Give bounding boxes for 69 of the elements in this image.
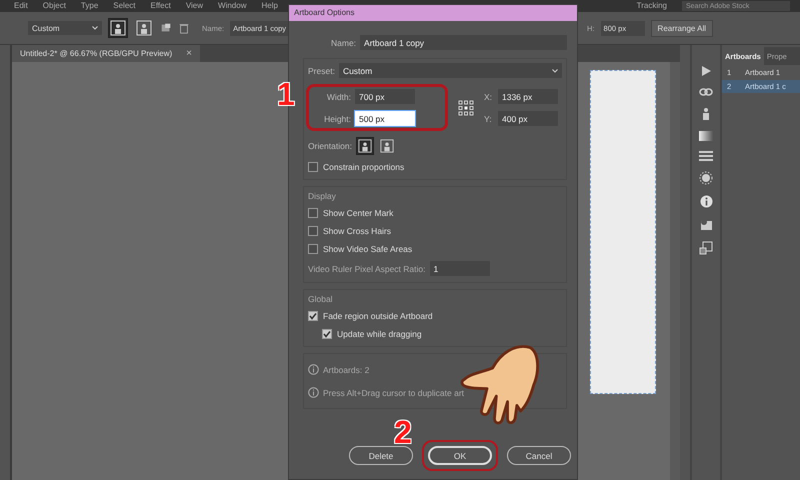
dialog-button[interactable]: Delete [349,446,413,465]
gradient-icon[interactable] [699,131,713,141]
size-label: Width: [326,92,351,102]
menu-item[interactable]: View [186,1,204,11]
checkbox-label: Update while dragging [337,329,422,339]
menu-item[interactable]: Type [80,1,98,11]
ratio-label: Video Ruler Pixel Aspect Ratio: [308,264,426,274]
workspace-switcher[interactable]: Tracking [636,1,667,11]
landscape-icon[interactable] [378,137,396,155]
document-tab[interactable]: Untitled-2* @ 66.67% (RGB/GPU Preview) × [12,45,200,62]
menu-item[interactable]: Help [261,1,278,11]
checkbox-label: Show Video Safe Areas [323,244,412,254]
preset-dropdown[interactable]: Custom [28,21,102,35]
stroke-lines-icon[interactable] [699,151,713,161]
info-text: Press Alt+Drag cursor to duplicate art [323,388,464,398]
checkbox[interactable] [308,244,318,254]
trash-icon[interactable] [178,22,190,34]
info-icon [308,387,319,398]
portrait-icon[interactable] [108,18,128,38]
size-label: Height: [323,114,351,124]
name-field[interactable]: Artboard 1 copy [360,35,567,50]
chevron-down-icon [92,26,98,30]
reference-point-icon[interactable] [458,100,474,116]
preset-label: Preset: [308,66,335,76]
close-icon[interactable]: × [186,48,192,59]
menu-item[interactable]: Select [113,1,136,11]
info-icon[interactable] [700,195,712,208]
dialog-button[interactable]: Cancel [507,446,571,465]
menu-item[interactable]: Window [218,1,246,11]
play-icon[interactable] [700,65,712,77]
name-label: Name: [331,38,356,48]
artboard-icon[interactable] [699,241,713,255]
portrait-icon[interactable] [356,137,374,155]
link-icon[interactable] [699,87,713,97]
orientation-label: Orientation: [308,141,352,151]
size-field[interactable]: 700 px [355,89,415,104]
step-number: 1 [277,78,295,110]
info-icon [308,364,319,375]
document-title: Untitled-2* @ 66.67% (RGB/GPU Preview) [20,49,172,58]
checkbox-label: Show Cross Hairs [323,226,392,236]
menu-item[interactable]: Effect [150,1,171,11]
position-label: X: [484,92,494,102]
section-heading: Display [308,191,337,201]
position-label: Y: [484,114,493,124]
step-number: 2 [394,416,412,448]
landscape-icon[interactable] [134,18,154,38]
preset-dropdown[interactable]: Custom [338,63,562,78]
ratio-field[interactable]: 1 [430,261,490,276]
info-text: Artboards: 2 [323,364,370,374]
checkbox-label: Show Center Mark [323,208,394,218]
position-field[interactable]: 400 px [498,111,558,126]
sun-icon[interactable] [699,171,713,185]
menu-item[interactable]: Object [42,1,66,11]
new-artboard-icon[interactable] [160,22,172,34]
dialog-title: Artboard Options [289,5,577,21]
chevron-down-icon [552,68,558,72]
checkbox[interactable] [308,162,318,172]
size-field[interactable]: 500 px [355,111,415,126]
position-field[interactable]: 1336 px [498,89,558,104]
menu-item[interactable]: Edit [14,1,28,11]
checkbox-label: Fade region outside Artboard [323,311,433,321]
checkbox[interactable] [308,311,318,321]
checkbox-label: Constrain proportions [323,162,404,172]
ok-button[interactable]: OK [428,446,492,465]
checkbox[interactable] [308,208,318,218]
section-heading: Global [308,294,334,304]
checkbox[interactable] [322,329,332,339]
checkbox[interactable] [308,226,318,236]
rearrange-all-button[interactable]: Rearrange All [650,20,714,36]
